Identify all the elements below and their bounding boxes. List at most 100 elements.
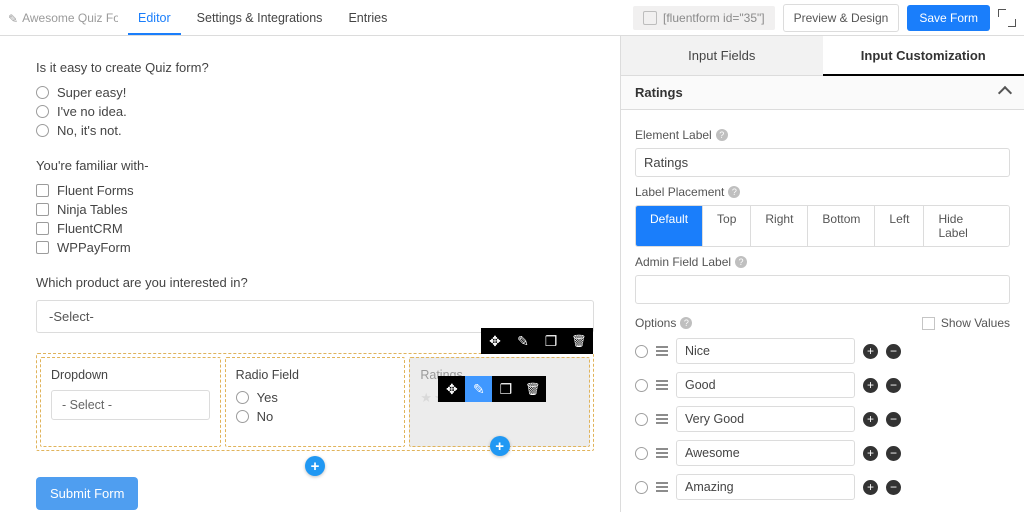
radio-icon	[36, 124, 49, 137]
copy-icon[interactable]	[537, 328, 565, 354]
move-icon[interactable]	[481, 328, 509, 354]
question-label: You're familiar with-	[36, 158, 594, 173]
add-option-button[interactable]: +	[863, 378, 878, 393]
columns-container[interactable]: Dropdown - Select - Radio Field Yes No R…	[36, 353, 594, 451]
help-icon[interactable]: ?	[716, 129, 728, 141]
pencil-icon[interactable]	[465, 376, 492, 402]
question-checkbox-block[interactable]: You're familiar with- Fluent Forms Ninja…	[36, 158, 594, 255]
submit-button[interactable]: Submit Form	[36, 477, 138, 510]
drag-handle-icon[interactable]	[656, 346, 668, 356]
seg-right[interactable]: Right	[751, 206, 808, 246]
top-tabs: Editor Settings & Integrations Entries	[128, 1, 397, 35]
copy-icon[interactable]	[492, 376, 519, 402]
checkbox-option[interactable]: Ninja Tables	[36, 202, 594, 217]
question-radio-block[interactable]: Is it easy to create Quiz form? Super ea…	[36, 60, 594, 138]
option-row: +−	[635, 440, 1010, 466]
seg-hide[interactable]: Hide Label	[924, 206, 1009, 246]
add-option-button[interactable]: +	[863, 344, 878, 359]
column-ratings[interactable]: Ratings ★ ★ ★ ★ ★ +	[409, 357, 590, 447]
radio-icon[interactable]	[635, 379, 648, 392]
expand-icon[interactable]	[998, 9, 1016, 27]
radio-icon	[36, 86, 49, 99]
drag-handle-icon[interactable]	[656, 448, 668, 458]
drag-handle-icon[interactable]	[656, 380, 668, 390]
option-row: +−	[635, 338, 1010, 364]
field-label: Options?	[635, 316, 692, 330]
pencil-icon[interactable]	[509, 328, 537, 354]
add-option-button[interactable]: +	[863, 412, 878, 427]
checkbox-icon	[36, 222, 49, 235]
add-option-button[interactable]: +	[863, 480, 878, 495]
seg-bottom[interactable]: Bottom	[808, 206, 875, 246]
pencil-icon	[8, 12, 18, 24]
radio-icon[interactable]	[635, 481, 648, 494]
help-icon[interactable]: ?	[680, 317, 692, 329]
tab-settings[interactable]: Settings & Integrations	[187, 1, 333, 35]
drag-handle-icon[interactable]	[656, 482, 668, 492]
add-section-button[interactable]: +	[305, 456, 325, 476]
remove-option-button[interactable]: −	[886, 446, 901, 461]
radio-icon[interactable]	[635, 345, 648, 358]
seg-left[interactable]: Left	[875, 206, 924, 246]
column-dropdown[interactable]: Dropdown - Select -	[40, 357, 221, 447]
element-label-input[interactable]	[635, 148, 1010, 177]
radio-option[interactable]: Super easy!	[36, 85, 594, 100]
radio-icon[interactable]	[635, 413, 648, 426]
trash-icon[interactable]	[565, 328, 593, 354]
option-text-input[interactable]	[676, 474, 855, 500]
radio-option[interactable]: I've no idea.	[36, 104, 594, 119]
option-text-input[interactable]	[676, 372, 855, 398]
checkbox-option[interactable]: FluentCRM	[36, 221, 594, 236]
label-placement-group: Default Top Right Bottom Left Hide Label	[635, 205, 1010, 247]
radio-option[interactable]: No, it's not.	[36, 123, 594, 138]
field-label: Admin Field Label?	[635, 255, 1010, 269]
admin-field-label-input[interactable]	[635, 275, 1010, 304]
radio-icon[interactable]	[635, 447, 648, 460]
radio-icon	[36, 105, 49, 118]
help-icon[interactable]: ?	[735, 256, 747, 268]
help-icon[interactable]: ?	[728, 186, 740, 198]
drag-handle-icon[interactable]	[656, 414, 668, 424]
seg-default[interactable]: Default	[636, 206, 703, 246]
radio-icon	[236, 391, 249, 404]
tab-input-customization[interactable]: Input Customization	[823, 36, 1024, 76]
option-row: +−	[635, 474, 1010, 500]
show-values-toggle[interactable]: Show Values	[922, 316, 1010, 330]
star-icon: ★	[420, 390, 432, 406]
remove-option-button[interactable]: −	[886, 480, 901, 495]
tab-entries[interactable]: Entries	[338, 1, 397, 35]
checkbox-option[interactable]: Fluent Forms	[36, 183, 594, 198]
field-label: Radio Field	[236, 368, 395, 382]
shortcode-chip[interactable]: [fluentform id="35"]	[633, 6, 775, 30]
radio-option[interactable]: Yes	[236, 390, 395, 405]
remove-option-button[interactable]: −	[886, 412, 901, 427]
select-input[interactable]: - Select -	[51, 390, 210, 420]
preview-design-button[interactable]: Preview & Design	[783, 4, 900, 32]
checkbox-icon	[36, 203, 49, 216]
option-text-input[interactable]	[676, 338, 855, 364]
save-form-button[interactable]: Save Form	[907, 5, 990, 31]
add-option-button[interactable]: +	[863, 446, 878, 461]
accordion-header[interactable]: Ratings	[621, 76, 1024, 110]
tab-input-fields[interactable]: Input Fields	[621, 36, 823, 75]
seg-top[interactable]: Top	[703, 206, 751, 246]
option-text-input[interactable]	[676, 406, 855, 432]
option-text-input[interactable]	[676, 440, 855, 466]
trash-icon[interactable]	[519, 376, 546, 402]
field-label: Element Label?	[635, 128, 1010, 142]
app-title: Awesome Quiz Fo...	[8, 11, 118, 25]
tab-editor[interactable]: Editor	[128, 1, 181, 35]
checkbox-option[interactable]: WPPayForm	[36, 240, 594, 255]
accordion-title: Ratings	[635, 85, 683, 100]
remove-option-button[interactable]: −	[886, 344, 901, 359]
remove-option-button[interactable]: −	[886, 378, 901, 393]
chevron-up-icon	[998, 85, 1012, 99]
option-row: +−	[635, 372, 1010, 398]
add-field-button[interactable]: +	[490, 436, 510, 456]
radio-icon	[236, 410, 249, 423]
move-icon[interactable]	[438, 376, 465, 402]
copy-icon	[643, 11, 657, 25]
question-select-block[interactable]: Which product are you interested in? -Se…	[36, 275, 594, 333]
column-radio[interactable]: Radio Field Yes No	[225, 357, 406, 447]
radio-option[interactable]: No	[236, 409, 395, 424]
